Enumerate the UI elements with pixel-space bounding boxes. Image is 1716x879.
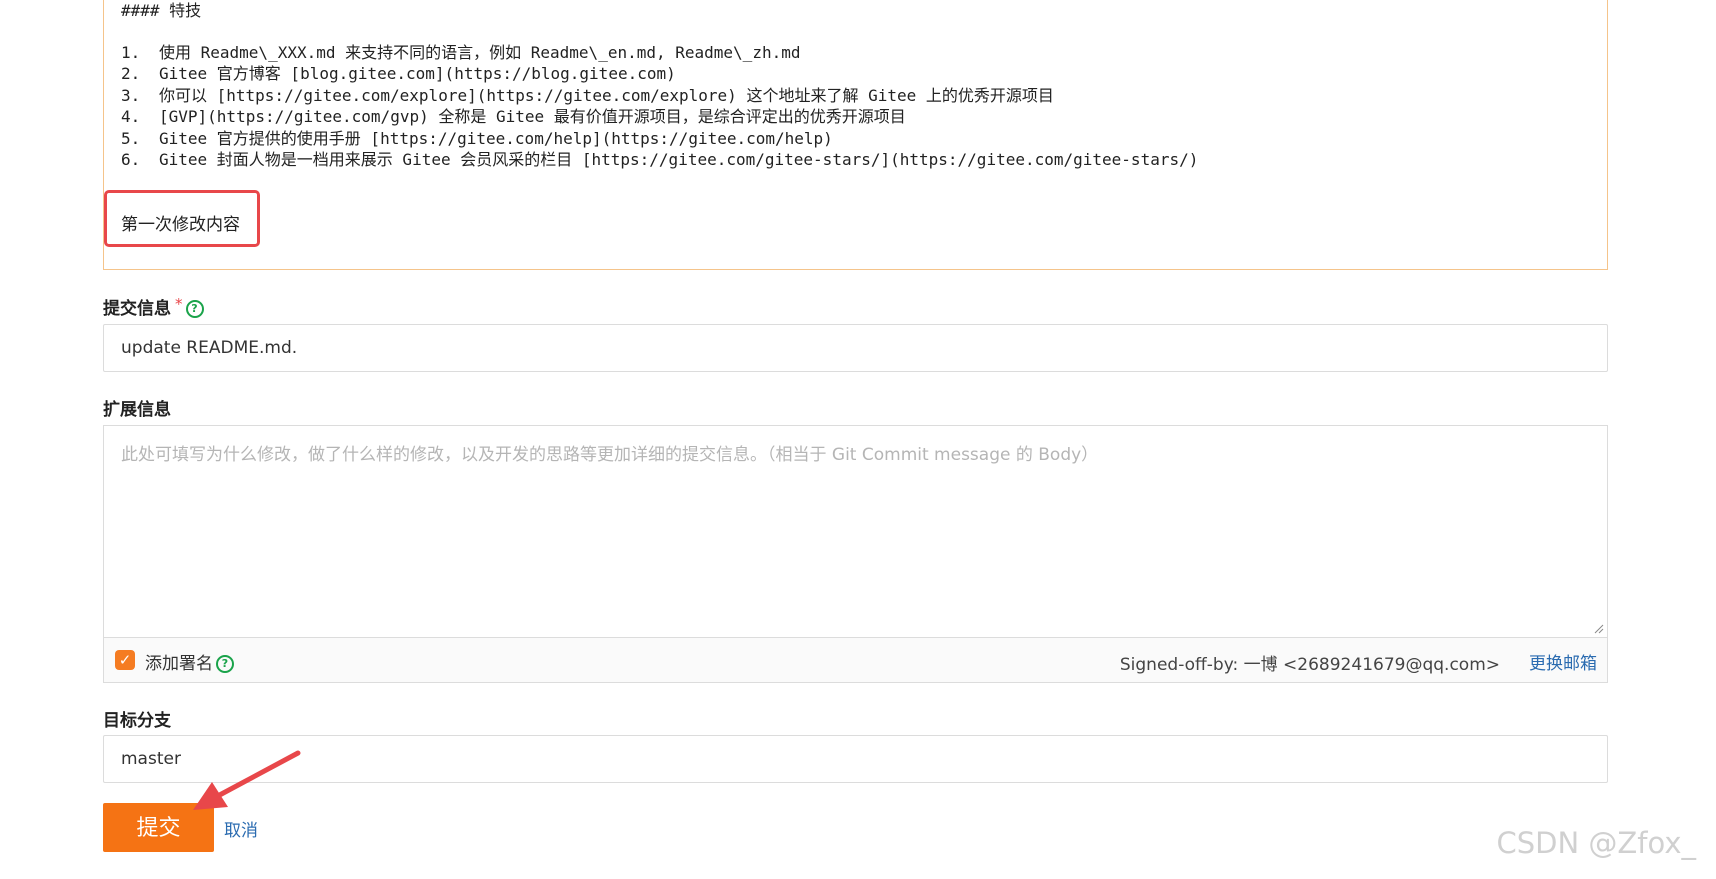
extended-info-textarea[interactable]: 此处可填写为什么修改，做了什么样的修改，以及开发的思路等更加详细的提交信息。（相… <box>103 425 1608 637</box>
target-branch-input[interactable]: master <box>103 735 1608 783</box>
annotation-arrow-icon <box>193 750 301 810</box>
markdown-editor[interactable]: #### 特技 1. 使用 Readme\_XXX.md 来支持不同的语言，例如 … <box>103 0 1608 270</box>
watermark: CSDN @Zfox_ <box>1496 826 1697 860</box>
list-item: 5. Gitee 官方提供的使用手册 [https://gitee.com/hel… <box>121 129 833 148</box>
list-item: 2. Gitee 官方博客 [blog.gitee.com](https://bl… <box>121 64 676 83</box>
signoff-label: 添加署名? <box>145 649 234 674</box>
signoff-bar: ✓ 添加署名? Signed-off-by: 一博 <2689241679@qq… <box>103 637 1608 683</box>
extended-info-label: 扩展信息 <box>103 400 171 420</box>
required-mark: * <box>175 295 183 313</box>
list-item: 4. [GVP](https://gitee.com/gvp) 全称是 Gitee… <box>121 107 906 126</box>
help-icon[interactable]: ? <box>216 655 234 673</box>
commit-message-label: 提交信息 *? <box>103 294 204 319</box>
commit-message-input[interactable]: update README.md. <box>103 324 1608 372</box>
resize-handle-icon[interactable] <box>1594 624 1604 634</box>
list-item: 3. 你可以 [https://gitee.com/explore](https:… <box>121 86 1054 105</box>
signoff-value: Signed-off-by: 一博 <2689241679@qq.com> <box>1119 655 1500 675</box>
extended-info-placeholder: 此处可填写为什么修改，做了什么样的修改，以及开发的思路等更加详细的提交信息。（相… <box>121 445 1099 465</box>
editor-heading: #### 特技 <box>121 1 202 20</box>
change-email-link[interactable]: 更换邮箱 <box>1529 649 1597 674</box>
signoff-checkbox[interactable]: ✓ <box>115 650 135 670</box>
cancel-link[interactable]: 取消 <box>224 816 258 841</box>
list-item: 1. 使用 Readme\_XXX.md 来支持不同的语言，例如 Readme\_… <box>121 43 801 62</box>
list-item: 6. Gitee 封面人物是一档用来展示 Gitee 会员风采的栏目 [https… <box>121 150 1199 169</box>
help-icon[interactable]: ? <box>185 300 204 318</box>
target-branch-label: 目标分支 <box>103 711 171 731</box>
added-text: 第一次修改内容 <box>121 215 240 235</box>
